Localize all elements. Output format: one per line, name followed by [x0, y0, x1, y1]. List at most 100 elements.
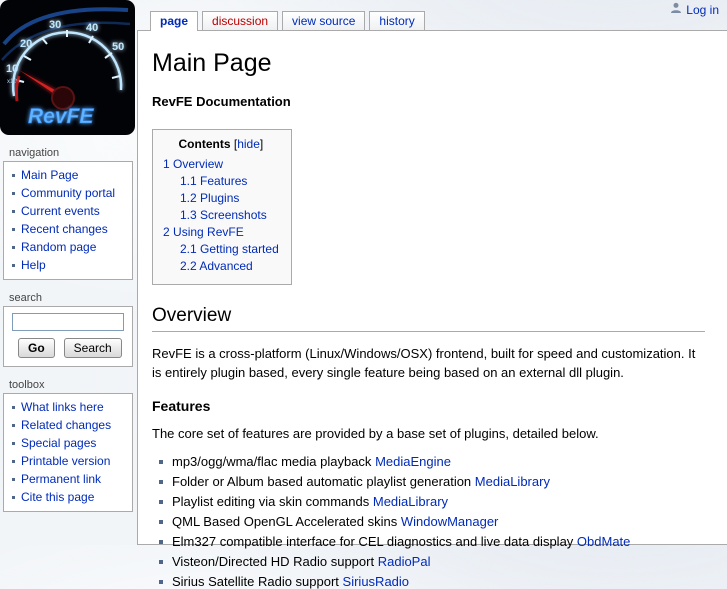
toc-entry: 1.1 Features — [163, 173, 279, 190]
toc-hide-link[interactable]: hide — [237, 137, 260, 151]
list-item: Special pages — [4, 434, 132, 452]
sidebar: 10 20 30 40 50 x100 RevFE navigation Mai… — [0, 0, 137, 524]
navigation-portlet: navigation Main Page Community portal Cu… — [3, 147, 133, 280]
gauge-number-40: 40 — [86, 22, 98, 34]
feature-link-radiopal[interactable]: RadioPal — [378, 554, 431, 569]
list-item: Elm327 compatible interface for CEL diag… — [158, 535, 705, 549]
navigation-list: Main Page Community portal Current event… — [4, 166, 132, 274]
gauge-number-50: 50 — [112, 41, 124, 53]
toc-entry: 1 Overview — [163, 156, 279, 173]
search-portlet: search Go Search — [3, 292, 133, 367]
gauge-number-10: 10 — [6, 63, 18, 75]
user-bar: Log in — [670, 2, 719, 17]
go-button[interactable]: Go — [18, 338, 55, 358]
feature-link-mediaengine[interactable]: MediaEngine — [375, 454, 451, 469]
toc-link-using-revfe[interactable]: 2 Using RevFE — [163, 225, 244, 239]
search-button[interactable]: Search — [63, 338, 122, 358]
list-item: Random page — [4, 238, 132, 256]
sidebar-item-main-page[interactable]: Main Page — [21, 168, 78, 182]
features-intro: The core set of features are provided by… — [152, 426, 599, 441]
user-icon — [670, 2, 682, 17]
tab-page[interactable]: page — [150, 11, 199, 31]
gauge-number-30: 30 — [49, 19, 61, 31]
feature-text: Elm327 compatible interface for CEL diag… — [172, 534, 574, 549]
toolbox-item-printable-version[interactable]: Printable version — [21, 454, 110, 468]
gauge-logo-image: 10 20 30 40 50 x100 RevFE — [0, 0, 135, 135]
toolbox-list: What links here Related changes Special … — [4, 398, 132, 506]
content-area: Main Page RevFE Documentation Contents [… — [137, 30, 727, 589]
list-item: Printable version — [4, 452, 132, 470]
toc-title: Contents [hide] — [163, 137, 279, 151]
search-input[interactable] — [12, 313, 124, 331]
sidebar-item-recent-changes[interactable]: Recent changes — [21, 222, 108, 236]
section-heading-overview: Overview — [152, 305, 705, 332]
sidebar-item-help[interactable]: Help — [21, 258, 46, 272]
list-item: mp3/ogg/wma/flac media playback MediaEng… — [158, 455, 705, 469]
search-title: search — [9, 292, 43, 304]
toc-entry: 1.2 Plugins — [163, 190, 279, 207]
site-logo[interactable]: 10 20 30 40 50 x100 RevFE — [0, 0, 135, 135]
toolbox-item-permanent-link[interactable]: Permanent link — [21, 472, 101, 486]
feature-text: Folder or Album based automatic playlist… — [172, 474, 472, 489]
feature-link-medialibrary[interactable]: MediaLibrary — [475, 474, 550, 489]
overview-paragraph: RevFE is a cross-platform (Linux/Windows… — [152, 346, 696, 380]
navigation-title: navigation — [9, 147, 60, 159]
list-item: Recent changes — [4, 220, 132, 238]
toc-toggle: [hide] — [233, 137, 264, 151]
tab-view-source[interactable]: view source — [282, 11, 366, 30]
toc-entry: 2.1 Getting started — [163, 241, 279, 258]
sidebar-item-random-page[interactable]: Random page — [21, 240, 96, 254]
sidebar-item-community-portal[interactable]: Community portal — [21, 186, 115, 200]
toc-link-features[interactable]: 1.1 Features — [180, 174, 247, 188]
page-tabs: page discussion view source history — [150, 11, 425, 31]
features-list: mp3/ogg/wma/flac media playback MediaEng… — [158, 455, 705, 589]
list-item: Sirius Satellite Radio support SiriusRad… — [158, 575, 705, 589]
toolbox-item-cite-this-page[interactable]: Cite this page — [21, 490, 94, 504]
toc-link-screenshots[interactable]: 1.3 Screenshots — [180, 208, 267, 222]
sidebar-item-current-events[interactable]: Current events — [21, 204, 100, 218]
list-item: Related changes — [4, 416, 132, 434]
login-link[interactable]: Log in — [686, 3, 719, 17]
gauge-number-20: 20 — [20, 38, 32, 50]
list-item: Cite this page — [4, 488, 132, 506]
feature-link-obdmate[interactable]: ObdMate — [577, 534, 630, 549]
toc-heading: Contents — [178, 137, 231, 151]
tab-discussion[interactable]: discussion — [202, 11, 279, 30]
feature-text: Visteon/Directed HD Radio support — [172, 554, 375, 569]
toc-link-overview[interactable]: 1 Overview — [163, 157, 223, 171]
page-subtitle: RevFE Documentation — [152, 94, 291, 109]
feature-link-siriusradio[interactable]: SiriusRadio — [343, 574, 409, 589]
tab-history[interactable]: history — [369, 11, 425, 30]
toc-link-plugins[interactable]: 1.2 Plugins — [180, 191, 239, 205]
list-item: Playlist editing via skin commands Media… — [158, 495, 705, 509]
feature-link-medialibrary-2[interactable]: MediaLibrary — [373, 494, 448, 509]
feature-text: mp3/ogg/wma/flac media playback — [172, 454, 372, 469]
feature-link-windowmanager[interactable]: WindowManager — [401, 514, 499, 529]
list-item: Visteon/Directed HD Radio support RadioP… — [158, 555, 705, 569]
list-item: Current events — [4, 202, 132, 220]
toolbox-title: toolbox — [9, 379, 45, 391]
toolbox-item-what-links-here[interactable]: What links here — [21, 400, 104, 414]
feature-text: QML Based OpenGL Accelerated skins — [172, 514, 398, 529]
toolbox-item-related-changes[interactable]: Related changes — [21, 418, 111, 432]
toolbox-item-special-pages[interactable]: Special pages — [21, 436, 96, 450]
list-item: What links here — [4, 398, 132, 416]
list-item: Main Page — [4, 166, 132, 184]
feature-text: Playlist editing via skin commands — [172, 494, 370, 509]
list-item: QML Based OpenGL Accelerated skins Windo… — [158, 515, 705, 529]
page-title: Main Page — [152, 49, 272, 77]
list-item: Permanent link — [4, 470, 132, 488]
feature-text: Sirius Satellite Radio support — [172, 574, 339, 589]
list-item: Community portal — [4, 184, 132, 202]
table-of-contents: Contents [hide] 1 Overview 1.1 Features … — [152, 129, 292, 285]
toc-entry: 1.3 Screenshots — [163, 207, 279, 224]
toc-entry: 2 Using RevFE — [163, 224, 279, 241]
list-item: Folder or Album based automatic playlist… — [158, 475, 705, 489]
section-heading-features: Features — [152, 398, 211, 414]
toc-entry: 2.2 Advanced — [163, 258, 279, 275]
toc-link-advanced[interactable]: 2.2 Advanced — [180, 259, 253, 273]
toolbox-portlet: toolbox What links here Related changes … — [3, 379, 133, 512]
list-item: Help — [4, 256, 132, 274]
toc-link-getting-started[interactable]: 2.1 Getting started — [180, 242, 279, 256]
brand-text: RevFE — [28, 105, 94, 128]
